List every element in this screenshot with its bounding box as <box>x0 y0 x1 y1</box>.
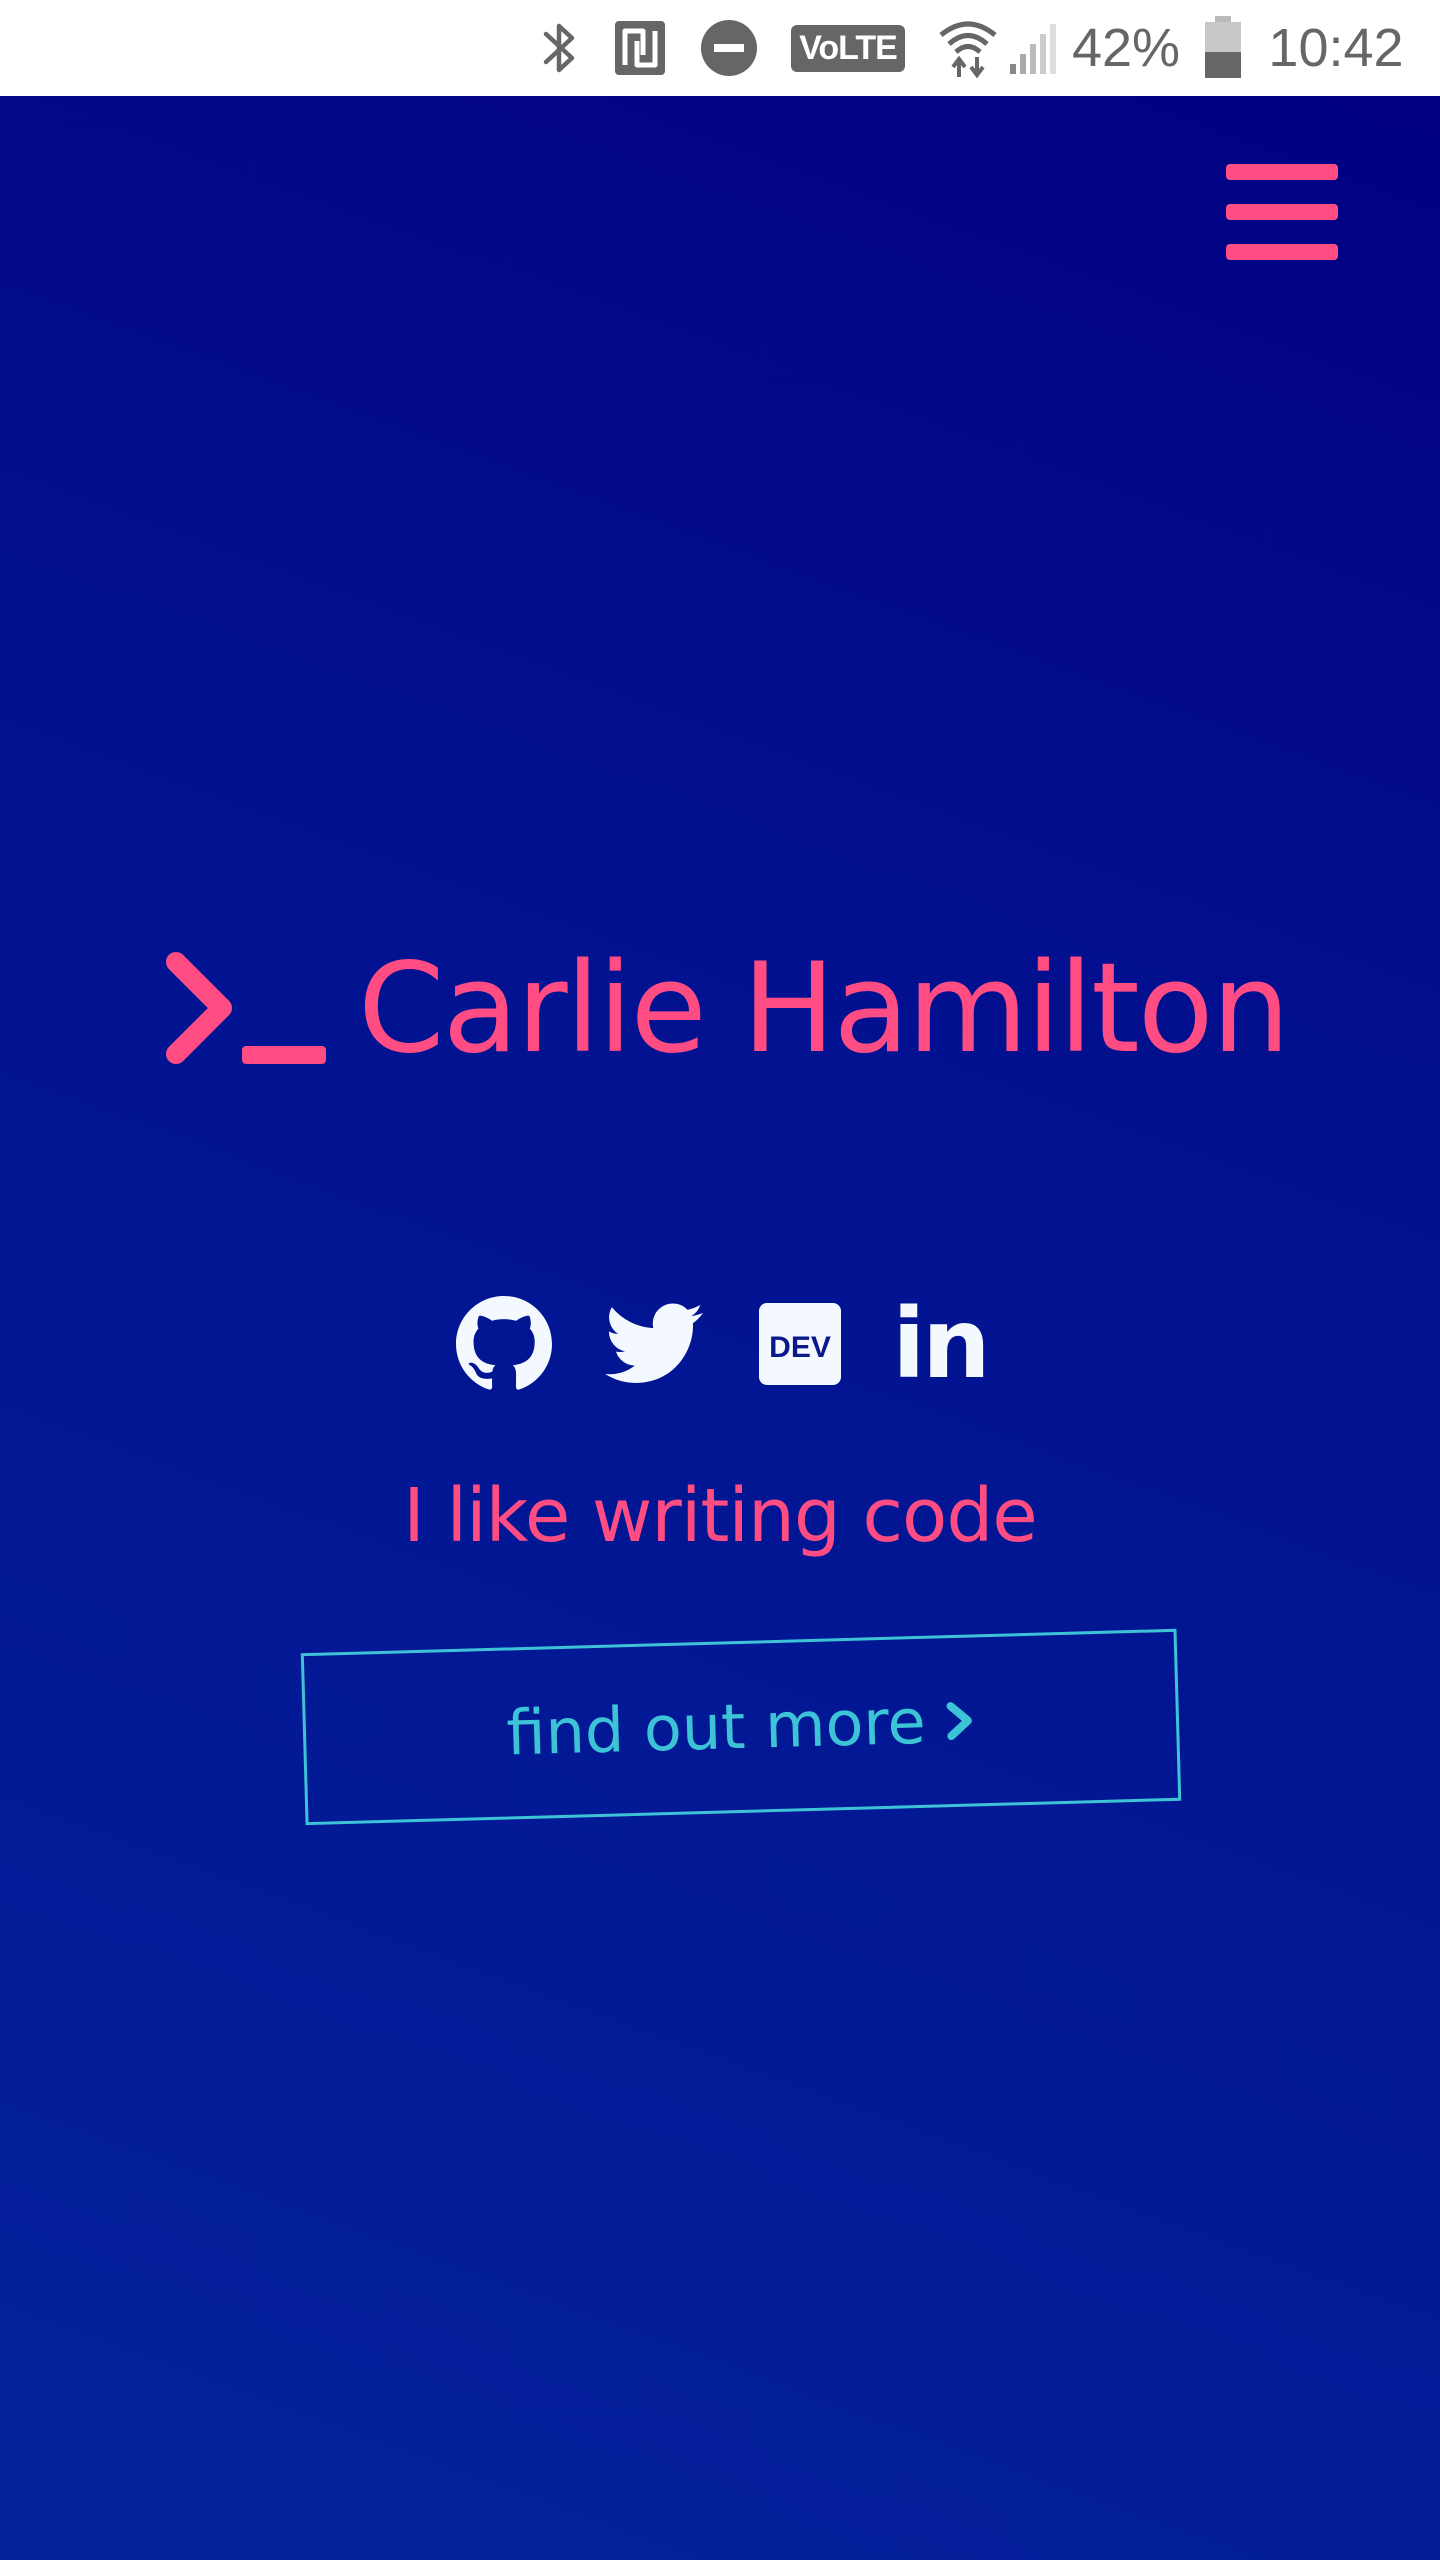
twitter-icon <box>605 1303 703 1383</box>
clock-time: 10:42 <box>1268 18 1404 78</box>
cta-wrapper: find out more <box>300 1628 1182 1826</box>
nfc-icon <box>612 14 668 82</box>
volte-label: VoLTE <box>791 24 905 72</box>
menu-bar-middle <box>1226 204 1338 220</box>
dev-link[interactable]: DEV <box>750 1292 850 1396</box>
app-root: VoLTE 42% 10:42 Carlie Hamilton DEV in I… <box>0 0 1440 2560</box>
title-row: Carlie Hamilton <box>0 934 1440 1084</box>
social-links: DEV in <box>0 1292 1440 1396</box>
chevron-right-icon <box>946 1702 972 1741</box>
terminal-prompt-icon <box>166 952 326 1064</box>
dev-icon-label: DEV <box>769 1331 831 1364</box>
menu-bar-top <box>1226 164 1338 180</box>
do-not-disturb-icon <box>696 14 762 82</box>
linkedin-icon: in <box>892 1288 990 1400</box>
battery-percent: 42% <box>1071 18 1181 78</box>
find-out-more-button[interactable]: find out more <box>300 1628 1182 1826</box>
cell-signal-icon <box>1006 14 1060 82</box>
github-link[interactable] <box>454 1292 554 1396</box>
dev-icon: DEV <box>759 1303 841 1385</box>
status-bar: VoLTE 42% 10:42 <box>0 0 1440 96</box>
linkedin-link[interactable]: in <box>890 1292 990 1396</box>
cta-label: find out more <box>505 1684 927 1770</box>
hamburger-menu-icon[interactable] <box>1222 164 1338 268</box>
volte-icon: VoLTE <box>791 14 905 82</box>
twitter-link[interactable] <box>604 1292 704 1396</box>
page-title: Carlie Hamilton <box>358 937 1290 1081</box>
wifi-icon <box>936 14 1000 82</box>
github-icon <box>456 1296 552 1390</box>
battery-icon <box>1200 14 1246 82</box>
menu-bar-bottom <box>1226 244 1338 260</box>
bluetooth-icon <box>536 14 584 82</box>
tagline: I like writing code <box>403 1473 1038 1559</box>
hero-section: Carlie Hamilton DEV in I like writing co… <box>0 96 1440 2560</box>
